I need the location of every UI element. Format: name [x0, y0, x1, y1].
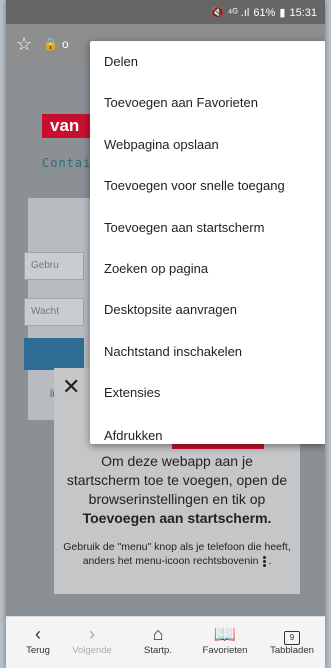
forward-icon: › [89, 624, 95, 644]
bookmark-star-icon[interactable]: ☆ [16, 34, 32, 55]
home-label: Startp. [144, 645, 172, 656]
close-icon[interactable]: ✕ [62, 374, 80, 400]
password-field[interactable]: Wacht [24, 298, 84, 326]
forward-label: Volgende [72, 645, 112, 656]
menu-item-share[interactable]: Delen [90, 41, 325, 82]
install-sub-instructions: Gebruik de "menu" knop als je telefoon d… [62, 540, 292, 568]
back-button[interactable]: ‹ Terug [8, 623, 68, 656]
clock: 15:31 [289, 6, 317, 19]
menu-item-quick-access[interactable]: Toevoegen voor snelle toegang [90, 165, 325, 206]
back-label: Terug [26, 645, 50, 656]
home-button[interactable]: ⌂ Startp. [128, 623, 188, 656]
menu-item-add-home-screen[interactable]: Toevoegen aan startscherm [90, 207, 325, 248]
back-icon: ‹ [35, 624, 41, 644]
more-vert-icon [263, 555, 267, 568]
browser-overflow-menu: Delen Toevoegen aan Favorieten Webpagina… [90, 41, 325, 444]
menu-item-add-favorites[interactable]: Toevoegen aan Favorieten [90, 82, 325, 123]
install-instructions: Om deze webapp aan je startscherm toe te… [64, 452, 290, 528]
install-line: Om deze webapp aan je startscherm toe te… [66, 453, 288, 507]
install-bold-action: Toevoegen aan startscherm. [82, 510, 272, 526]
tabs-count-icon: 9 [284, 631, 300, 645]
browser-bottom-bar: ‹ Terug › Volgende ⌂ Startp. 📖 Favoriete… [6, 616, 325, 668]
username-field[interactable]: Gebru [24, 252, 84, 280]
battery-icon: ▮ [279, 7, 286, 19]
menu-item-save-page[interactable]: Webpagina opslaan [90, 124, 325, 165]
menu-item-find-on-page[interactable]: Zoeken op pagina [90, 248, 325, 289]
tabs-label: Tabbladen [270, 645, 314, 656]
book-icon: 📖 [213, 624, 237, 644]
menu-item-night-mode[interactable]: Nachtstand inschakelen [90, 331, 325, 372]
install-sub-end: . [268, 555, 272, 567]
battery-level: 61% [253, 6, 276, 19]
home-icon: ⌂ [152, 624, 164, 644]
status-bar: 🔇 ⁴ᴳ .ıl 61% ▮ 15:31 [6, 0, 325, 24]
forward-button[interactable]: › Volgende [62, 623, 122, 656]
phone-screen: 🔇 ⁴ᴳ .ıl 61% ▮ 15:31 ☆ 🔒 o van Contai g … [6, 0, 325, 668]
menu-item-extensions[interactable]: Extensies [90, 372, 325, 413]
lock-icon: 🔒 [43, 37, 58, 51]
install-sub-text: Gebruik de "menu" knop als je telefoon d… [63, 541, 291, 567]
favorites-label: Favorieten [202, 645, 248, 656]
menu-item-print[interactable]: Afdrukken [90, 414, 325, 444]
favorites-button[interactable]: 📖 Favorieten [195, 623, 255, 656]
menu-item-desktop-site[interactable]: Desktopsite aanvragen [90, 289, 325, 330]
login-button[interactable] [24, 338, 84, 370]
tabs-button[interactable]: 9 Tabbladen [262, 623, 322, 656]
url-text[interactable]: o [62, 37, 69, 51]
site-logo-subtitle: Contai [42, 156, 92, 170]
signal-icons: 🔇 ⁴ᴳ .ıl [210, 7, 250, 19]
